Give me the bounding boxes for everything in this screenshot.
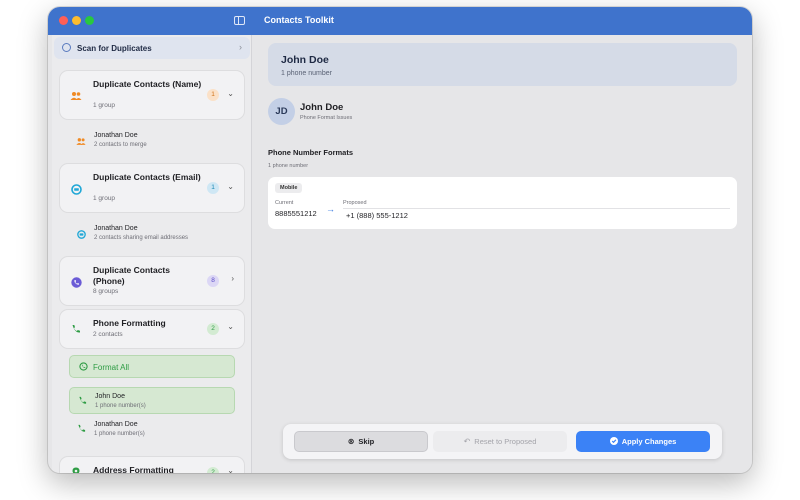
list-item-selected[interactable]: John Doe 1 phone number(s) bbox=[69, 387, 235, 414]
group-duplicate-name[interactable]: Duplicate Contacts (Name) 1 group 1 ⌄ bbox=[60, 71, 244, 119]
format-all-label: Format All bbox=[93, 363, 130, 372]
group-title: Duplicate Contacts (Name) bbox=[93, 79, 202, 89]
zoom-window-button[interactable] bbox=[85, 16, 94, 25]
group-title: Duplicate Contacts (Phone) bbox=[93, 265, 170, 286]
section-title: Phone Number Formats bbox=[268, 148, 354, 157]
proposed-value: +1 (888) 555-1212 bbox=[346, 211, 408, 220]
proposed-label: Proposed bbox=[343, 200, 367, 206]
people-icon bbox=[76, 136, 86, 146]
group-title: Phone Formatting bbox=[93, 318, 166, 328]
phone-icon bbox=[78, 396, 87, 407]
chevron-right-icon: › bbox=[239, 42, 242, 52]
group-subtitle: 8 groups bbox=[93, 288, 119, 295]
group-address-formatting[interactable]: Address Formatting 2 ⌄ bbox=[60, 457, 244, 473]
close-window-button[interactable] bbox=[59, 16, 68, 25]
whatsapp-phone-icon bbox=[79, 362, 88, 373]
window-title: Contacts Toolkit bbox=[264, 15, 334, 25]
contact-header: John Doe 1 phone number bbox=[268, 43, 737, 86]
phone-icon bbox=[70, 276, 82, 288]
action-bar: ⊗ Skip ↶ Reset to Proposed Apply Changes bbox=[283, 424, 722, 459]
contact-name: Jonathan Doe bbox=[94, 132, 138, 139]
skip-label: Skip bbox=[358, 437, 375, 446]
location-pin-icon bbox=[70, 466, 82, 473]
list-item[interactable]: Jonathan Doe 1 phone number(s) bbox=[69, 416, 235, 443]
reset-to-proposed-button[interactable]: ↶ Reset to Proposed bbox=[433, 431, 567, 452]
count-badge: 1 bbox=[207, 182, 219, 194]
contact-name: Jonathan Doe bbox=[94, 421, 138, 428]
phone-format-card: Mobile Current 8885551212 → Proposed +1 … bbox=[268, 177, 737, 229]
section-subtitle: 1 phone number bbox=[268, 163, 309, 169]
chevron-down-icon[interactable]: ⌄ bbox=[227, 322, 234, 331]
count-badge: 1 bbox=[207, 89, 219, 101]
minimize-window-button[interactable] bbox=[72, 16, 81, 25]
phone-icon bbox=[70, 323, 82, 335]
format-all-button[interactable]: Format All bbox=[69, 355, 235, 378]
title-bar: Contacts Toolkit bbox=[48, 7, 752, 35]
group-title: Duplicate Contacts (Email) bbox=[93, 172, 201, 182]
count-badge: 2 bbox=[207, 467, 219, 473]
current-value: 8885551212 bbox=[275, 209, 317, 218]
header-name: John Doe bbox=[281, 54, 329, 66]
list-item[interactable]: Jonathan Doe 2 contacts sharing email ad… bbox=[60, 216, 244, 254]
chevron-down-icon[interactable]: ⌄ bbox=[227, 466, 234, 473]
list-item[interactable]: Jonathan Doe 2 contacts to merge bbox=[60, 123, 244, 161]
group-phone-formatting[interactable]: Phone Formatting 2 contacts 2 ⌄ bbox=[60, 310, 244, 348]
scan-icon bbox=[62, 43, 71, 52]
sidebar-toggle-icon[interactable] bbox=[234, 16, 245, 25]
apply-changes-button[interactable]: Apply Changes bbox=[576, 431, 710, 452]
scan-for-duplicates-button[interactable]: Scan for Duplicates › bbox=[54, 37, 250, 59]
email-icon bbox=[70, 183, 82, 195]
group-duplicate-email[interactable]: Duplicate Contacts (Email) 1 group 1 ⌄ bbox=[60, 164, 244, 212]
email-icon bbox=[76, 229, 86, 239]
phone-type-tag: Mobile bbox=[275, 183, 303, 193]
contact-name: John Doe bbox=[95, 393, 125, 400]
detail-pane: John Doe 1 phone number JD John Doe Phon… bbox=[253, 35, 752, 473]
divider bbox=[343, 208, 730, 209]
contact-name: John Doe bbox=[300, 102, 344, 113]
apply-label: Apply Changes bbox=[621, 437, 677, 446]
group-subtitle: 1 group bbox=[93, 195, 116, 202]
group-duplicate-phone[interactable]: Duplicate Contacts (Phone) 8 groups 8 › bbox=[60, 257, 244, 305]
chevron-right-icon[interactable]: › bbox=[231, 274, 234, 283]
count-badge: 2 bbox=[207, 323, 219, 335]
chevron-down-icon[interactable]: ⌄ bbox=[227, 89, 234, 98]
sidebar: Scan for Duplicates › Duplicate Contacts… bbox=[52, 35, 252, 473]
undo-icon: ↶ bbox=[463, 437, 471, 446]
group-subtitle: 2 contacts bbox=[93, 331, 123, 338]
contact-detail: 2 contacts to merge bbox=[94, 142, 147, 148]
skip-button[interactable]: ⊗ Skip bbox=[294, 431, 428, 452]
count-badge: 8 bbox=[207, 275, 219, 287]
avatar: JD bbox=[268, 98, 295, 125]
contact-detail: 1 phone number(s) bbox=[95, 403, 146, 409]
phone-icon bbox=[77, 424, 86, 435]
group-title: Address Formatting bbox=[93, 465, 174, 473]
scan-label: Scan for Duplicates bbox=[77, 44, 152, 53]
arrow-right-icon: → bbox=[326, 204, 335, 214]
checkmark-circle-icon bbox=[609, 436, 618, 447]
app-window: Contacts Toolkit Scan for Duplicates › D… bbox=[48, 7, 752, 473]
current-label: Current bbox=[275, 200, 294, 206]
contact-subtitle: Phone Format Issues bbox=[300, 115, 353, 121]
contact-detail: 2 contacts sharing email addresses bbox=[94, 235, 189, 241]
group-subtitle: 1 group bbox=[93, 102, 116, 109]
reset-label: Reset to Proposed bbox=[474, 437, 537, 446]
close-circle-icon: ⊗ bbox=[347, 437, 355, 446]
chevron-down-icon[interactable]: ⌄ bbox=[227, 182, 234, 191]
contact-name: Jonathan Doe bbox=[94, 225, 138, 232]
people-icon bbox=[70, 90, 82, 102]
contact-detail: 1 phone number(s) bbox=[94, 431, 145, 437]
header-subtitle: 1 phone number bbox=[281, 70, 332, 77]
